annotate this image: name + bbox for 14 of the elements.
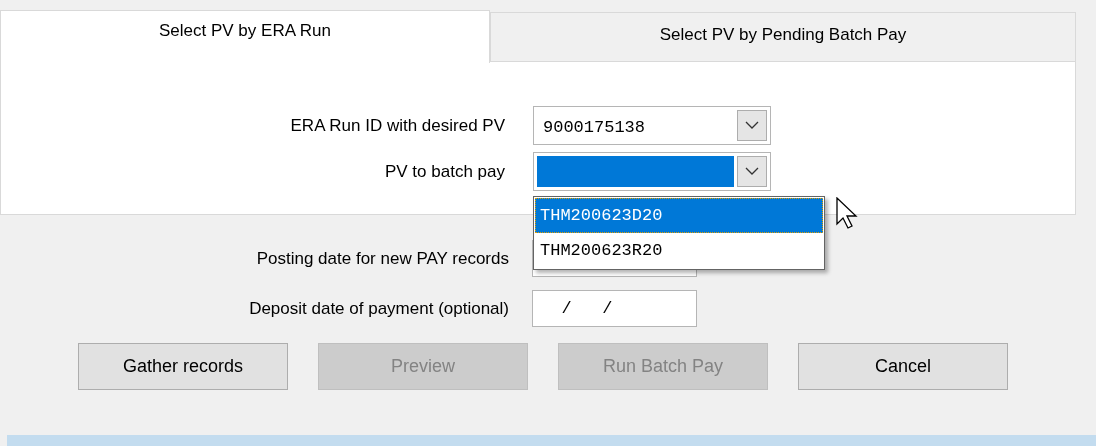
dropdown-option[interactable]: THM200623D20 (535, 198, 823, 233)
field-label: Posting date for new PAY records (255, 248, 509, 269)
chevron-down-icon[interactable] (737, 110, 767, 141)
pv-dropdown[interactable] (533, 152, 771, 191)
deposit-date-field[interactable]: / / (532, 290, 697, 327)
tab[interactable]: Select PV by ERA Run (0, 10, 490, 63)
action-button[interactable]: Gather records (78, 343, 288, 390)
field-label: Deposit date of payment (optional) (248, 298, 509, 319)
action-button[interactable]: Cancel (798, 343, 1008, 390)
era-run-dropdown[interactable]: 9000175138 (533, 106, 771, 145)
chevron-down-icon[interactable] (737, 156, 767, 187)
field-label: ERA Run ID with desired PV (289, 115, 505, 136)
field-label: PV to batch pay (383, 161, 505, 182)
tab[interactable]: Select PV by Pending Batch Pay (490, 12, 1076, 62)
